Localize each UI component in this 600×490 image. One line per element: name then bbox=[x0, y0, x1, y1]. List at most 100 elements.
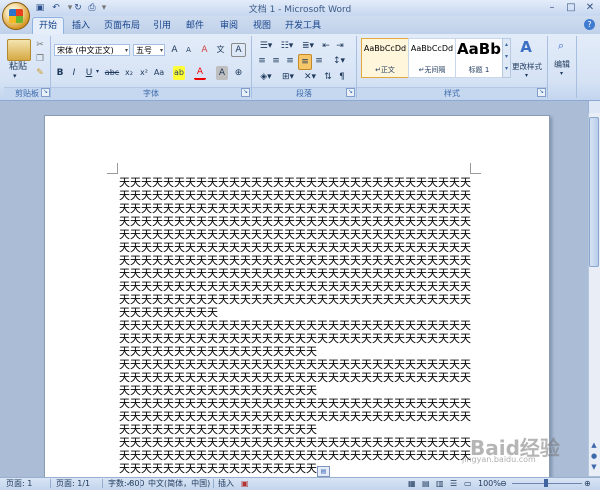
style-heading-1[interactable]: AaBb 标题 1 bbox=[455, 38, 503, 78]
document-line: 天天天天天天天天天天天天天天天天天天 bbox=[119, 384, 317, 397]
grow-font-button[interactable]: A bbox=[168, 43, 181, 57]
document-line: 天天天天天天天天天天天天天天天天天天天天天天天天天天天天天天天天天 bbox=[119, 202, 471, 215]
change-case-button[interactable]: Aa bbox=[152, 66, 166, 80]
style-normal[interactable]: AaBbCcDd ↵正文 bbox=[361, 38, 409, 78]
status-language[interactable]: 中文(简体，中国) bbox=[148, 478, 210, 489]
strikethrough-button[interactable]: abc bbox=[104, 66, 120, 80]
undo-icon[interactable]: ↶ bbox=[50, 2, 62, 14]
distributed-icon[interactable]: ≡ bbox=[313, 54, 325, 68]
styles-launcher-icon[interactable]: ↘ bbox=[537, 88, 546, 97]
status-separator bbox=[102, 479, 103, 488]
page-margin-corner bbox=[107, 163, 118, 174]
font-size-select[interactable]: 五号 ▾ bbox=[133, 44, 165, 56]
justify-icon[interactable]: ≡ bbox=[298, 54, 312, 70]
print-preview-icon[interactable]: ⎙ bbox=[86, 2, 98, 14]
copy-icon[interactable]: ❐ bbox=[33, 52, 47, 66]
font-color-button[interactable]: A bbox=[194, 66, 206, 80]
status-insert-mode[interactable]: 插入 bbox=[218, 478, 234, 489]
tab-insert[interactable]: 插入 bbox=[66, 18, 96, 34]
chinese-layout-icon[interactable]: ✕▾ bbox=[300, 70, 320, 84]
tab-page-layout[interactable]: 页面布局 bbox=[101, 18, 143, 34]
enclose-char-icon[interactable]: ⊕ bbox=[232, 66, 245, 80]
change-styles-dropdown-icon[interactable]: ▾ bbox=[525, 72, 528, 79]
clear-format-button[interactable]: A bbox=[198, 43, 211, 57]
align-center-icon[interactable]: ≡ bbox=[270, 54, 282, 68]
view-draft-icon[interactable]: ▭ bbox=[464, 478, 472, 489]
status-page[interactable]: 页面: 1 bbox=[6, 478, 32, 489]
line-spacing-icon[interactable]: ↕▾ bbox=[330, 54, 348, 68]
zoom-slider-thumb[interactable] bbox=[544, 479, 548, 487]
document-line: 天天天天天天天天天天天天天天天天天天天天天天天天天天天天天天天天天 bbox=[119, 254, 471, 267]
char-shading-button[interactable]: A bbox=[216, 66, 228, 80]
paste-button[interactable]: 粘贴 bbox=[4, 60, 32, 74]
subscript-button[interactable]: x₂ bbox=[122, 66, 136, 80]
view-print-layout-icon[interactable]: ▦ bbox=[408, 478, 416, 489]
style-normal-preview: AaBbCcDd bbox=[363, 44, 407, 53]
office-button[interactable] bbox=[2, 2, 30, 30]
increase-indent-icon[interactable]: ⇥ bbox=[334, 39, 346, 53]
paragraph-launcher-icon[interactable]: ↘ bbox=[346, 88, 355, 97]
underline-dropdown-icon[interactable]: ▾ bbox=[96, 68, 99, 75]
sort-icon[interactable]: ⇅ bbox=[322, 70, 334, 84]
vertical-scroll-thumb[interactable] bbox=[589, 117, 599, 267]
view-outline-icon[interactable]: ☰ bbox=[450, 478, 457, 489]
save-icon[interactable]: ▣ bbox=[34, 2, 46, 14]
document-line: 天天天天天天天天天天天天天天天天天天天天天天天天天天天天天天天天天 bbox=[119, 410, 471, 423]
close-icon[interactable]: ✕ bbox=[581, 1, 599, 14]
bullets-icon[interactable]: ☰▾ bbox=[256, 39, 276, 53]
status-separator bbox=[140, 479, 141, 488]
editing-dropdown-icon[interactable]: ▾ bbox=[560, 70, 563, 77]
maximize-icon[interactable]: □ bbox=[562, 1, 580, 14]
qat-customize-icon[interactable]: ▾ bbox=[98, 2, 110, 14]
status-page-count[interactable]: 页面: 1/1 bbox=[56, 478, 90, 489]
tab-view[interactable]: 视图 bbox=[247, 18, 277, 34]
tab-review[interactable]: 审阅 bbox=[214, 18, 244, 34]
spell-check-icon[interactable]: ✓ bbox=[126, 478, 133, 489]
superscript-button[interactable]: x² bbox=[137, 66, 151, 80]
view-web-layout-icon[interactable]: ▥ bbox=[436, 478, 444, 489]
font-launcher-icon[interactable]: ↘ bbox=[241, 88, 250, 97]
phonetic-guide-button[interactable]: 文 bbox=[214, 43, 227, 57]
shading-icon[interactable]: ◈▾ bbox=[256, 70, 276, 84]
format-painter-icon[interactable]: ✎ bbox=[33, 66, 47, 80]
tab-developer[interactable]: 开发工具 bbox=[281, 18, 325, 34]
shrink-font-button[interactable]: A bbox=[182, 43, 195, 57]
zoom-out-icon[interactable]: ⊖ bbox=[500, 478, 507, 489]
macro-record-icon[interactable]: ▣ bbox=[241, 478, 249, 489]
align-left-icon[interactable]: ≡ bbox=[256, 54, 268, 68]
zoom-in-icon[interactable]: ⊕ bbox=[584, 478, 591, 489]
view-full-screen-icon[interactable]: ▤ bbox=[422, 478, 430, 489]
bold-button[interactable]: B bbox=[54, 66, 66, 80]
align-right-icon[interactable]: ≡ bbox=[284, 54, 296, 68]
document-line: 天天天天天天天天天天天天天天天天天天天天天天天天天天天天天天天天天 bbox=[119, 449, 471, 462]
paragraph-group-label: 段落 bbox=[252, 87, 356, 99]
tab-mailings[interactable]: 邮件 bbox=[180, 18, 210, 34]
char-border-button[interactable]: A bbox=[231, 43, 246, 57]
paste-icon[interactable] bbox=[7, 39, 31, 61]
decrease-indent-icon[interactable]: ⇤ bbox=[320, 39, 332, 53]
tab-home[interactable]: 开始 bbox=[32, 17, 64, 34]
style-no-spacing-name: ↵无间隔 bbox=[418, 66, 446, 74]
highlight-button[interactable]: ab bbox=[173, 66, 185, 80]
help-icon[interactable]: ? bbox=[584, 19, 595, 30]
underline-button[interactable]: U bbox=[83, 66, 95, 80]
window-title: 文档 1 - Microsoft Word bbox=[248, 5, 352, 15]
clipboard-launcher-icon[interactable]: ↘ bbox=[41, 88, 50, 97]
borders-icon[interactable]: ⊞▾ bbox=[278, 70, 298, 84]
italic-button[interactable]: I bbox=[68, 66, 80, 80]
status-zoom-level[interactable]: 100% bbox=[478, 478, 501, 489]
change-styles-icon: A bbox=[520, 38, 532, 56]
cut-icon[interactable]: ✂ bbox=[33, 38, 47, 52]
redo-icon[interactable]: ↻ bbox=[72, 2, 84, 14]
numbering-icon[interactable]: ☷▾ bbox=[277, 39, 297, 53]
multilevel-list-icon[interactable]: ≣▾ bbox=[298, 39, 318, 53]
paste-dropdown-icon[interactable]: ▾ bbox=[13, 72, 17, 80]
tab-references[interactable]: 引用 bbox=[147, 18, 177, 34]
scroll-nav-icons[interactable]: ▲ ● ▼ bbox=[589, 440, 599, 473]
paste-options-icon[interactable]: ▤ bbox=[317, 466, 330, 477]
style-no-spacing[interactable]: AaBbCcDd ↵无间隔 bbox=[408, 38, 456, 78]
ruler-toggle-icon[interactable] bbox=[588, 101, 600, 113]
minimize-icon[interactable]: – bbox=[543, 1, 561, 14]
show-marks-icon[interactable]: ¶ bbox=[336, 70, 348, 84]
font-name-select[interactable]: 宋体 (中文正文) ▾ bbox=[54, 44, 130, 56]
